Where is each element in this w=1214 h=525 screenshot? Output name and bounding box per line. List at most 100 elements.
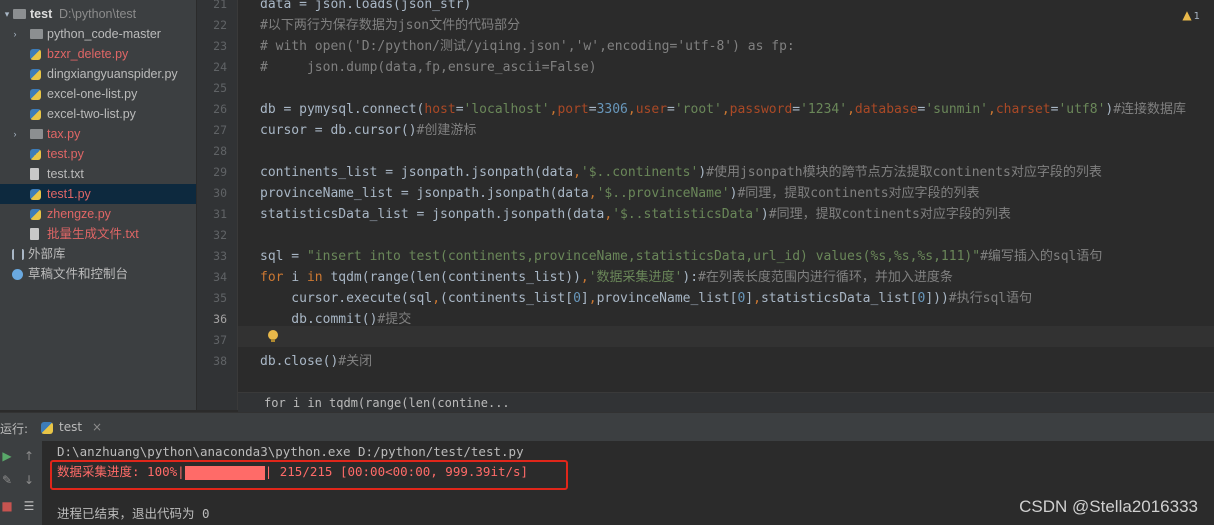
code-token: = (588, 102, 597, 117)
code-token: 'root' (674, 102, 722, 117)
code-line: cursor.execute(sql,(continents_list[0],p… (260, 288, 1032, 309)
code-token: '$..provinceName' (596, 186, 730, 201)
code-token: #创建游标 (416, 123, 477, 138)
code-token: "insert into test(continents,provinceNam… (306, 249, 981, 264)
tree-item[interactable]: › python_code-master (0, 24, 196, 44)
code-line: statisticsData_list = jsonpath.jsonpath(… (260, 204, 1011, 225)
code-line: provinceName_list = jsonpath.jsonpath(da… (260, 183, 980, 204)
code-token: cursor = db.cursor() (260, 123, 417, 138)
code-token: , (573, 165, 581, 180)
tree-item[interactable]: 批量生成文件.txt (0, 224, 196, 244)
code-token: #同理，提取continents对应字段的列表 (768, 207, 1011, 222)
tree-item[interactable]: test.txt (0, 164, 196, 184)
code-token: 'sunmin' (925, 102, 988, 117)
code-token: = (667, 102, 675, 117)
code-token: db.commit() (260, 312, 378, 327)
code-token: for (260, 270, 292, 285)
line-number: 27 (213, 123, 227, 137)
code-token: 'utf8' (1058, 102, 1106, 117)
run-tab-label: test (59, 420, 83, 434)
arrow-down-icon[interactable]: ↓ (22, 473, 36, 487)
code-token: , (987, 102, 996, 117)
code-token: #提交 (377, 312, 412, 327)
code-token: , (721, 102, 730, 117)
tree-item[interactable]: › tax.py (0, 124, 196, 144)
tree-item[interactable]: test.py (0, 144, 196, 164)
arrow-up-icon[interactable]: ↑ (22, 449, 36, 463)
python-file-icon (30, 49, 41, 60)
tree-item[interactable]: excel-two-list.py (0, 104, 196, 124)
tree-root[interactable]: ▾ test D:\python\test (0, 4, 196, 24)
code-token: provinceName_list[ (596, 291, 738, 306)
code-token: #同理，提取continents对应字段的列表 (737, 186, 980, 201)
watermark: CSDN @Stella2016333 (1019, 497, 1198, 516)
chevron-down-icon[interactable]: ▾ (2, 4, 12, 24)
python-file-icon (30, 89, 41, 100)
code-token: , (432, 291, 441, 306)
stop-icon[interactable]: ■ (0, 499, 14, 513)
tree-item[interactable]: dingxiangyuanspider.py (0, 64, 196, 84)
tree-item-label: bzxr_delete.py (47, 47, 129, 61)
python-file-icon (30, 109, 41, 120)
code-token: password (729, 102, 793, 117)
folder-icon (13, 9, 26, 19)
code-token: statisticsData_list = jsonpath.jsonpath(… (260, 207, 605, 222)
tree-item[interactable]: test1.py (0, 184, 196, 204)
line-number: 23 (213, 39, 227, 53)
line-number: 34 (213, 270, 227, 284)
warning-indicator[interactable]: ▲ 1 (1182, 8, 1200, 22)
code-line: # with open('D:/python/测试/yiqing.json','… (260, 36, 795, 57)
code-token: ) (760, 207, 769, 222)
tree-root-name: test (30, 7, 53, 21)
code-token: , (627, 102, 636, 117)
tree-item[interactable]: bzxr_delete.py (0, 44, 196, 64)
code-token: '$..statisticsData' (612, 207, 761, 222)
tree-scratches[interactable]: 草稿文件和控制台 (0, 264, 196, 284)
tree-external-libraries[interactable]: 外部库 (0, 244, 196, 264)
python-file-icon (30, 149, 41, 160)
soft-wrap-icon[interactable]: ☰ (22, 499, 36, 513)
code-token: #在列表长度范围内进行循环，并加入进度条 (698, 270, 953, 285)
code-token: tqdm(range(len(continents_list)) (330, 270, 581, 285)
code-token: , (753, 291, 761, 306)
code-editor[interactable]: ▲ 1 data = json.loads(json_str) #以下两行为保存数据… (238, 0, 1214, 410)
code-token: 'localhost' (463, 102, 550, 117)
line-number: 24 (213, 60, 227, 74)
tree-item-label: test.txt (47, 167, 84, 181)
chevron-right-icon[interactable]: › (10, 124, 20, 144)
code-token: ] (745, 291, 754, 306)
python-file-icon (30, 189, 41, 200)
line-number: 21 (213, 0, 227, 11)
code-line: db.close()#关闭 (260, 351, 372, 372)
tree-item-label: zhengze.py (47, 207, 111, 221)
code-token: ) (698, 165, 707, 180)
tree-item-label: tax.py (47, 127, 81, 141)
run-label: 运行: (0, 422, 29, 436)
code-token: '数据采集进度' (588, 270, 683, 285)
code-token: '$..continents' (580, 165, 699, 180)
console-exit-message: 进程已结束，退出代码为 0 (57, 506, 210, 521)
tree-item-label: 草稿文件和控制台 (28, 267, 129, 281)
tree-item[interactable]: excel-one-list.py (0, 84, 196, 104)
code-token: , (580, 270, 589, 285)
code-token: cursor.execute(sql (260, 291, 433, 306)
code-breadcrumb[interactable]: for i in tqdm(range(len(contine... (238, 392, 1214, 413)
code-token: ] (580, 291, 589, 306)
line-number: 33 (213, 249, 227, 263)
tree-item[interactable]: zhengze.py (0, 204, 196, 224)
wrench-icon[interactable]: ✎ (0, 473, 14, 487)
chevron-right-icon[interactable]: › (10, 24, 20, 44)
warning-count: 1 (1193, 11, 1200, 22)
close-icon[interactable]: × (92, 420, 102, 434)
code-token: i (291, 270, 307, 285)
run-tab[interactable]: test × (33, 415, 110, 439)
lightbulb-icon[interactable] (268, 330, 278, 342)
breadcrumb-text: for i in tqdm(range(len(contine... (264, 396, 510, 410)
line-number: 28 (213, 144, 227, 158)
line-number: 31 (213, 207, 227, 221)
code-token: (continents_list[ (440, 291, 574, 306)
rerun-icon[interactable]: ▶ (0, 449, 14, 463)
code-line: sql = "insert into test(continents,provi… (260, 246, 1102, 267)
code-line: db = pymysql.connect(host='localhost',po… (260, 99, 1186, 120)
code-token: host (424, 102, 456, 117)
